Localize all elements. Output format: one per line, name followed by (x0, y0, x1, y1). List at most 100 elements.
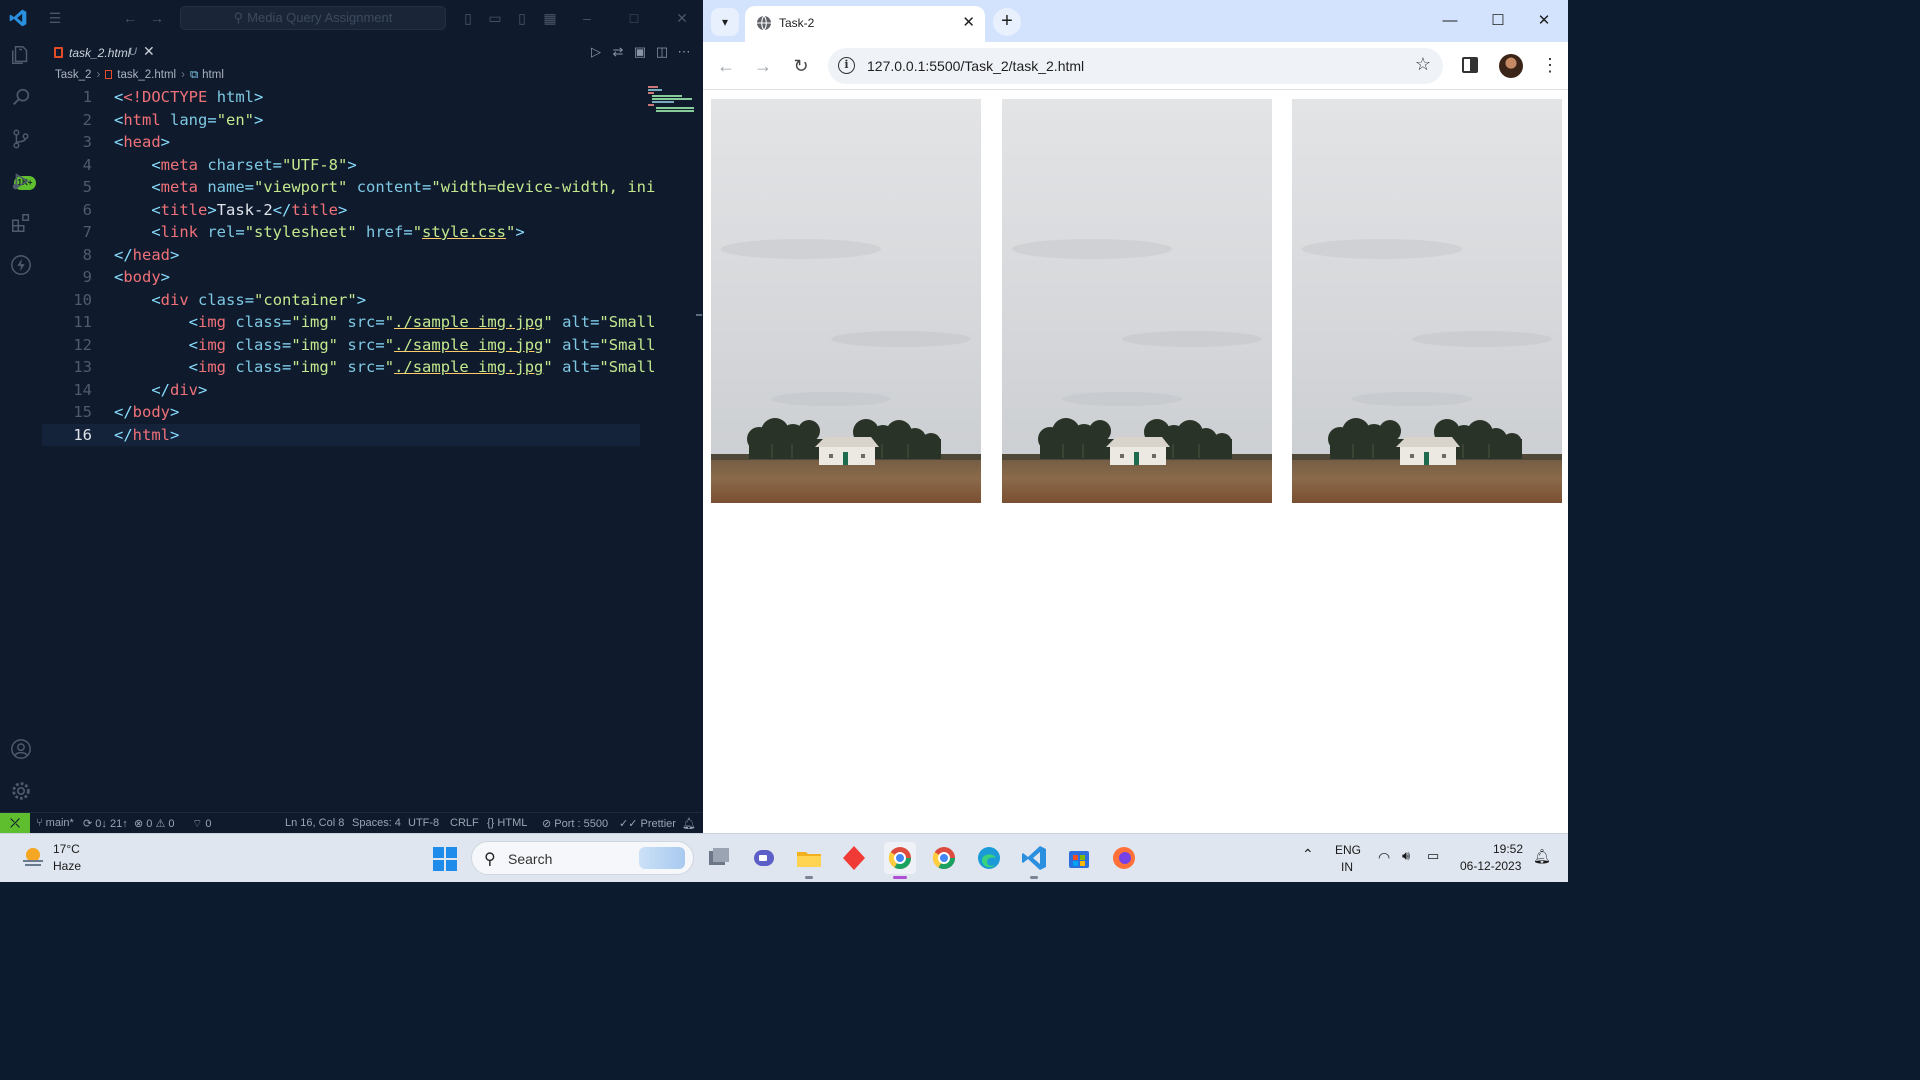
problems-status[interactable]: ⊗ 0 ⚠ 0 (134, 817, 175, 830)
side-panel-icon[interactable] (1462, 57, 1478, 73)
command-center-search[interactable]: ⚲ Media Query Assignment (180, 6, 446, 30)
eol-status[interactable]: CRLF (450, 817, 479, 829)
compare-changes-icon[interactable]: ⇄ (607, 44, 629, 60)
taskbar-search[interactable]: ⚲ Search (471, 841, 694, 875)
address-bar[interactable]: i 127.0.0.1:5500/Task_2/task_2.html ☆ (828, 48, 1443, 84)
tab-search-chevron-down-icon[interactable]: ▾ (711, 8, 739, 36)
minimize-icon[interactable]: — (1427, 8, 1473, 34)
source-control-icon[interactable] (10, 128, 32, 150)
prettier-status[interactable]: ✓✓ Prettier (619, 817, 676, 830)
breadcrumb-folder[interactable]: Task_2 (55, 69, 91, 81)
forward-arrow-icon[interactable]: → (751, 54, 775, 78)
task-view-icon[interactable] (703, 842, 735, 874)
sample-image-1 (711, 99, 981, 503)
back-arrow-icon[interactable]: ← (714, 54, 738, 78)
image-src-link[interactable]: ./sample img.jpg (394, 336, 543, 354)
language-bottom[interactable]: IN (1341, 860, 1353, 874)
menu-icon[interactable]: ☰ (46, 9, 64, 27)
notifications-bell-icon[interactable]: 🔔︎ (682, 817, 696, 830)
wifi-icon[interactable]: ◠ (1378, 849, 1390, 866)
bookmark-star-icon[interactable]: ☆ (1415, 54, 1431, 75)
run-debug-icon[interactable] (10, 170, 32, 192)
tab-task-2-html[interactable]: task_2.html U ✕ (42, 36, 160, 68)
browser-tab-task-2[interactable]: Task-2 ✕ (745, 6, 985, 42)
no-entry-icon: ⊘ (542, 818, 552, 830)
html-file-icon (54, 47, 63, 58)
stylesheet-link[interactable]: style.css (422, 223, 506, 241)
toggle-panel-icon[interactable]: ▭ (486, 9, 504, 27)
close-window-icon[interactable]: ✕ (673, 9, 691, 27)
ports-status[interactable]: ⌔ 0 (192, 817, 212, 831)
chrome-icon[interactable] (928, 842, 960, 874)
run-icon[interactable]: ▷ (585, 44, 607, 60)
new-tab-button[interactable]: + (993, 8, 1021, 36)
minimize-icon[interactable]: – (578, 9, 596, 27)
battery-icon[interactable]: ▭ (1427, 848, 1439, 864)
search-icon[interactable] (10, 86, 32, 108)
indentation-status[interactable]: Spaces: 4 (352, 817, 401, 829)
language-top[interactable]: ENG (1335, 843, 1361, 857)
search-highlight-icon (639, 847, 685, 869)
toggle-sidebar-icon[interactable]: ▯ (459, 9, 477, 27)
language-mode[interactable]: {} HTML (487, 817, 527, 829)
branch-status[interactable]: ⑂ main* (36, 817, 74, 829)
site-info-icon[interactable]: i (838, 57, 855, 74)
code-editor[interactable]: 1 <<!DOCTYPE html> 2 <html lang="en"> 3 <he… (42, 86, 662, 806)
notification-bell-icon[interactable]: 🔔︎ (1533, 848, 1551, 865)
more-actions-icon[interactable]: ⋯ (673, 44, 695, 60)
url-text[interactable]: 127.0.0.1:5500/Task_2/task_2.html (867, 58, 1084, 74)
editor-actions: ▷ ⇄ ▣ ◫ ⋯ (585, 44, 695, 60)
clock-date[interactable]: 06-12-2023 (1460, 859, 1521, 873)
image-src-link[interactable]: ./sample img.jpg (394, 358, 543, 376)
customize-layout-icon[interactable]: ▦ (541, 9, 559, 27)
warning-icon: ⚠ (155, 818, 166, 830)
file-explorer-icon[interactable] (793, 842, 825, 879)
thunder-client-icon[interactable] (10, 254, 32, 276)
explorer-icon[interactable] (10, 44, 32, 66)
remote-indicator-icon[interactable]: ⤫ (0, 813, 30, 834)
volume-icon[interactable]: 🔊︎ (1402, 848, 1410, 864)
microsoft-store-icon[interactable] (1063, 842, 1095, 874)
maximize-icon[interactable]: □ (625, 9, 643, 27)
forward-arrow-icon[interactable]: → (148, 9, 166, 27)
split-editor-icon[interactable]: ◫ (651, 44, 673, 60)
error-icon: ⊗ (134, 818, 144, 830)
landscape-photo (1002, 99, 1272, 503)
clock-time[interactable]: 19:52 (1493, 842, 1523, 856)
extensions-icon[interactable] (10, 212, 32, 234)
code-line: 7 <link rel="stylesheet" href="style.css… (82, 223, 525, 241)
edge-icon[interactable] (973, 842, 1005, 874)
cursor-position[interactable]: Ln 16, Col 8 (285, 817, 344, 829)
haze-weather-icon[interactable] (20, 844, 46, 870)
editor-scrollbar[interactable] (696, 86, 702, 806)
close-tab-icon[interactable]: ✕ (143, 43, 155, 60)
breadcrumb-file[interactable]: task_2.html (117, 69, 176, 81)
encoding-status[interactable]: UTF-8 (408, 817, 439, 829)
close-window-icon[interactable]: ✕ (1521, 8, 1567, 34)
vscode-logo-icon[interactable] (8, 8, 28, 28)
code-line: 15 </body> (73, 403, 180, 421)
maximize-icon[interactable]: ☐ (1475, 8, 1521, 34)
minimap[interactable] (646, 86, 694, 112)
profile-avatar[interactable] (1499, 54, 1523, 78)
anydesk-icon[interactable] (838, 842, 870, 874)
firefox-icon[interactable] (1108, 842, 1140, 874)
code-line: 3 <head> (82, 133, 171, 151)
image-src-link[interactable]: ./sample img.jpg (394, 313, 543, 331)
settings-gear-icon[interactable] (10, 780, 32, 802)
vscode-taskbar-icon[interactable] (1018, 842, 1050, 879)
open-preview-icon[interactable]: ▣ (629, 44, 651, 60)
chrome-profile-icon[interactable] (884, 842, 916, 879)
breadcrumb-symbol[interactable]: html (202, 69, 224, 81)
windows-start-icon[interactable] (432, 846, 458, 872)
sync-status[interactable]: ⟳ 0↓ 21↑ (83, 817, 128, 830)
reload-icon[interactable]: ↻ (789, 54, 813, 78)
accounts-icon[interactable] (10, 738, 32, 760)
chrome-menu-icon[interactable]: ⋮ (1541, 54, 1559, 76)
toggle-secondary-sidebar-icon[interactable]: ▯ (513, 9, 531, 27)
show-hidden-icons-chevron-up-icon[interactable]: ⌃ (1302, 846, 1314, 863)
close-tab-icon[interactable]: ✕ (962, 13, 975, 31)
teams-chat-icon[interactable] (748, 842, 780, 874)
back-arrow-icon[interactable]: ← (121, 9, 139, 27)
live-server-port[interactable]: ⊘ Port : 5500 (542, 817, 608, 830)
